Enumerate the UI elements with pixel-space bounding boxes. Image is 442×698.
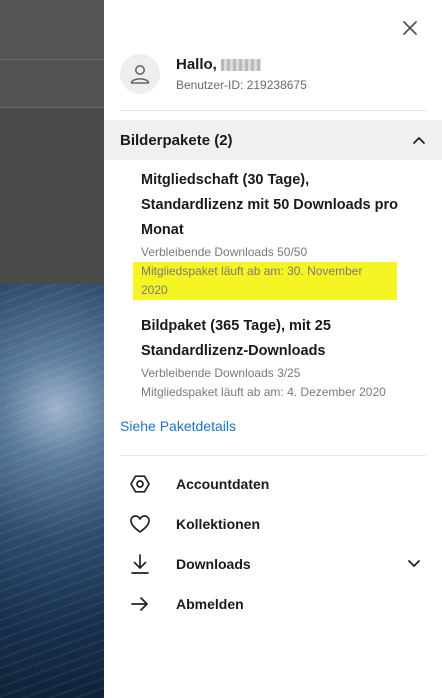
- user-id: Benutzer-ID: 219238675: [176, 78, 307, 92]
- background-nav: [0, 60, 104, 108]
- package-item: Mitgliedschaft (30 Tage), Standardlizenz…: [133, 168, 411, 300]
- user-icon: [130, 65, 150, 84]
- package-name: Mitgliedschaft (30 Tage), Standardlizenz…: [141, 172, 399, 238]
- package-details-link[interactable]: Siehe Paketdetails: [120, 418, 236, 434]
- package-expiry-highlighted: Mitgliedspaket läuft ab am: 30. November…: [133, 262, 397, 300]
- arrow-right-icon: [120, 584, 160, 624]
- user-info: Hallo, Benutzer-ID: 219238675: [120, 54, 307, 94]
- menu-item-collections[interactable]: Kollektionen: [120, 504, 426, 544]
- package-remaining: Verbleibende Downloads 50/50: [141, 245, 308, 259]
- background-header: [0, 0, 104, 60]
- download-icon: [120, 544, 160, 584]
- packages-title: Bilderpakete (2): [120, 131, 233, 149]
- avatar: [120, 54, 160, 94]
- divider: [120, 110, 426, 111]
- menu-item-account-data[interactable]: Accountdaten: [120, 464, 426, 504]
- hexagon-icon: [120, 464, 160, 504]
- menu-item-label: Kollektionen: [176, 516, 261, 532]
- close-button[interactable]: [396, 14, 424, 42]
- menu-item-label: Accountdaten: [176, 476, 270, 492]
- menu-item-downloads[interactable]: Downloads: [120, 544, 426, 584]
- chevron-down-icon[interactable]: [402, 552, 426, 576]
- account-drawer: Hallo, Benutzer-ID: 219238675 Bilderpake…: [104, 0, 442, 698]
- menu-item-label: Abmelden: [176, 596, 244, 612]
- package-item: Bildpaket (365 Tage), mit 25 Standardliz…: [141, 314, 411, 402]
- divider: [120, 455, 426, 456]
- chevron-up-icon: [413, 137, 425, 144]
- background-image: [0, 284, 104, 698]
- menu-item-logout[interactable]: Abmelden: [120, 584, 426, 624]
- close-icon: [403, 21, 417, 35]
- package-expiry: Mitgliedspaket läuft ab am: 4. Dezember …: [141, 385, 386, 399]
- redacted-username: [220, 58, 261, 71]
- packages-section-header[interactable]: Bilderpakete (2): [104, 120, 442, 160]
- package-remaining: Verbleibende Downloads 3/25: [141, 366, 301, 380]
- greeting-text: Hallo,: [176, 56, 217, 73]
- menu-item-label: Downloads: [176, 556, 251, 572]
- package-name: Bildpaket (365 Tage), mit 25 Standardliz…: [141, 318, 331, 359]
- heart-icon: [120, 504, 160, 544]
- background-page: [0, 0, 104, 698]
- greeting: Hallo,: [176, 56, 307, 73]
- background-content: [0, 108, 104, 284]
